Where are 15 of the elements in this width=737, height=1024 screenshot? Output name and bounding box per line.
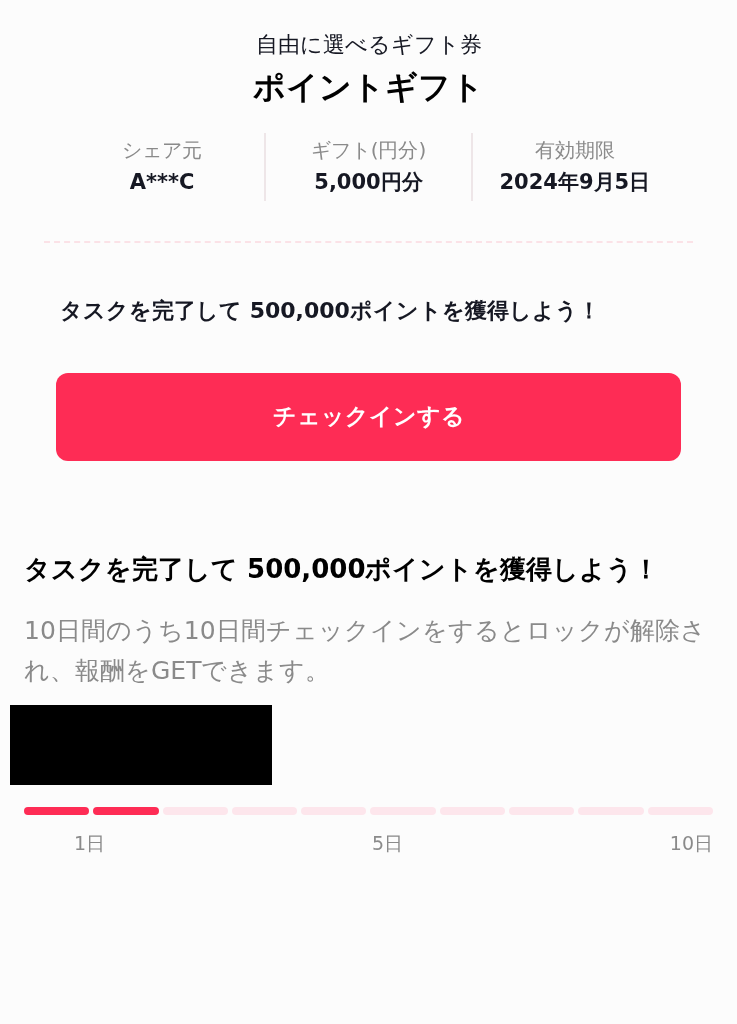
info-label: 有効期限: [534, 137, 615, 164]
task-description: 10日間のうち10日間チェックインをするとロックが解除され、報酬をGETできます。: [23, 614, 707, 687]
info-label: ギフト(円分): [310, 137, 427, 164]
info-value: 2024年9月5日: [499, 169, 651, 196]
gift-subtitle: 自由に選べるギフト券: [255, 31, 482, 59]
gift-title: ポイントギフト: [253, 67, 484, 108]
day-label: 1日: [74, 830, 106, 856]
info-label: シェア元: [122, 137, 203, 164]
day-label: 10日: [669, 830, 713, 856]
checkin-button[interactable]: チェックインする: [56, 372, 681, 461]
task-title: タスクを完了して 500,000ポイントを獲得しよう！: [23, 552, 661, 586]
day-label: 5日: [371, 830, 403, 856]
task-message: タスクを完了して 500,000ポイントを獲得しよう！: [59, 296, 601, 325]
info-value: A***C: [129, 169, 195, 196]
info-value: 5,000円分: [314, 169, 423, 196]
